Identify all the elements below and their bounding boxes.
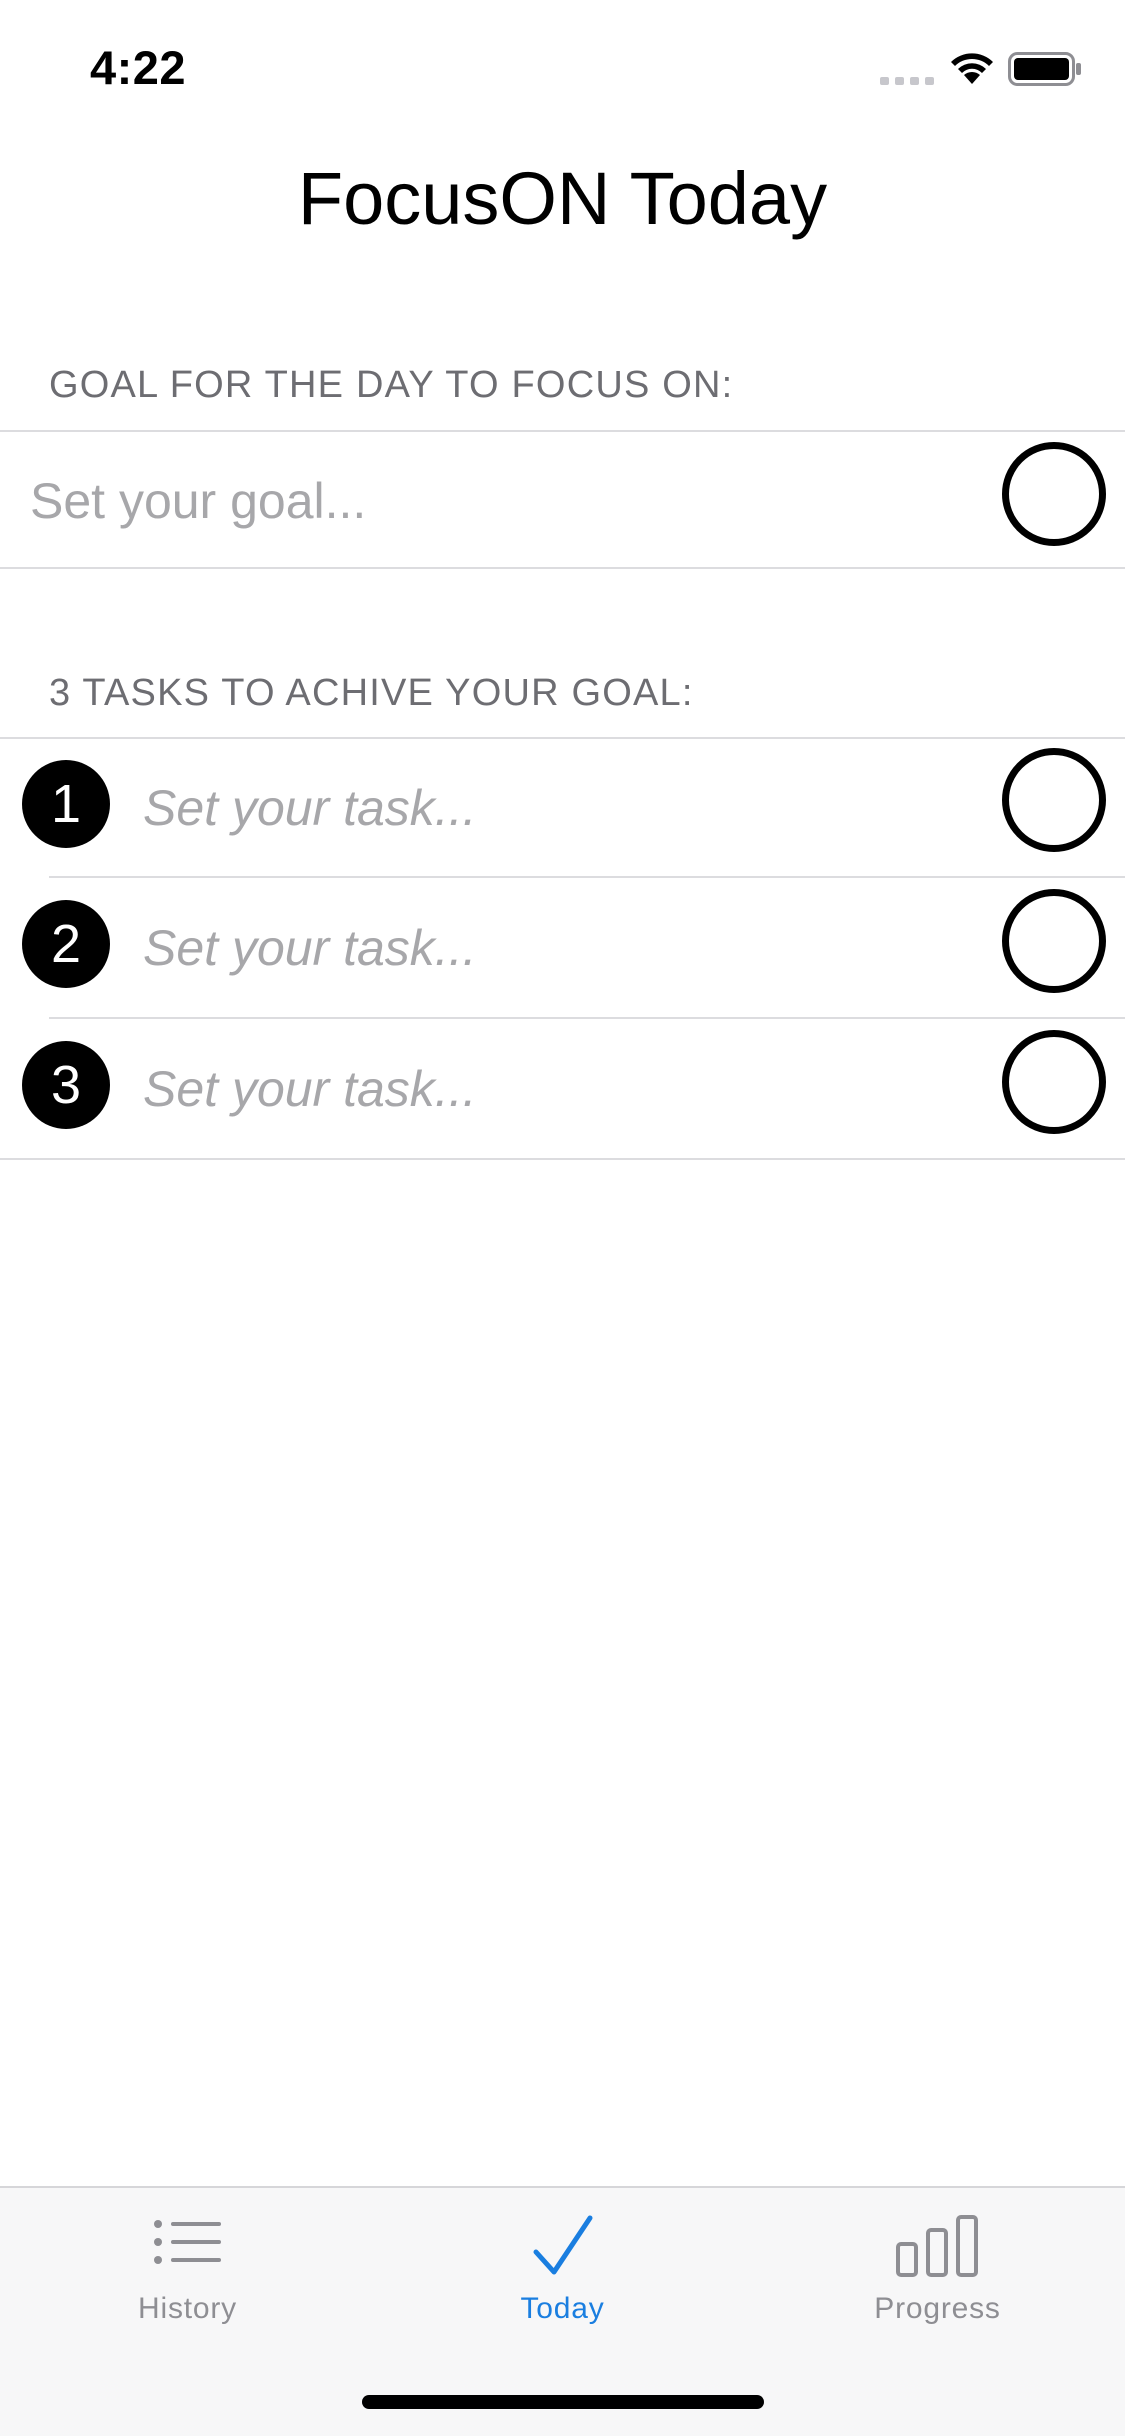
cellular-signal-icon <box>880 77 934 85</box>
checkmark-icon <box>533 2215 592 2275</box>
task-input-2[interactable] <box>143 913 963 983</box>
battery-icon <box>1008 52 1081 86</box>
goal-input[interactable] <box>30 466 970 536</box>
task-row-2: 2 <box>0 878 1125 1018</box>
separator <box>0 1158 1125 1160</box>
tab-progress[interactable]: Progress <box>750 2188 1125 2348</box>
task-row-3: 3 <box>0 1019 1125 1159</box>
goal-row <box>0 432 1125 568</box>
task-input-1[interactable] <box>143 773 963 843</box>
tasks-section-header: 3 TASKS TO ACHIVE YOUR GOAL: <box>49 672 694 714</box>
task-1-complete-checkbox[interactable] <box>1002 748 1106 852</box>
task-3-complete-checkbox[interactable] <box>1002 1030 1106 1134</box>
goal-complete-checkbox[interactable] <box>1002 442 1106 546</box>
page-title: FocusON Today <box>297 157 828 240</box>
bar-chart-icon <box>895 2215 978 2277</box>
task-number-badge: 1 <box>22 760 110 848</box>
task-2-complete-checkbox[interactable] <box>1002 889 1106 993</box>
task-number-badge: 3 <box>22 1041 110 1129</box>
goal-section-header: GOAL FOR THE DAY TO FOCUS ON: <box>49 364 734 406</box>
tab-label: Today <box>520 2292 605 2325</box>
tab-label: History <box>138 2292 237 2325</box>
list-icon <box>153 2220 221 2264</box>
tab-today[interactable]: Today <box>375 2188 750 2348</box>
task-input-3[interactable] <box>143 1054 963 1124</box>
tab-history[interactable]: History <box>0 2188 375 2348</box>
home-indicator[interactable] <box>362 2395 764 2409</box>
status-time: 4:22 <box>90 41 187 94</box>
task-row-1: 1 <box>0 739 1125 879</box>
status-bar: 4:22 <box>0 0 1125 132</box>
tab-label: Progress <box>874 2292 1001 2325</box>
wifi-icon <box>951 53 993 84</box>
task-number-badge: 2 <box>22 900 110 988</box>
separator <box>0 567 1125 569</box>
